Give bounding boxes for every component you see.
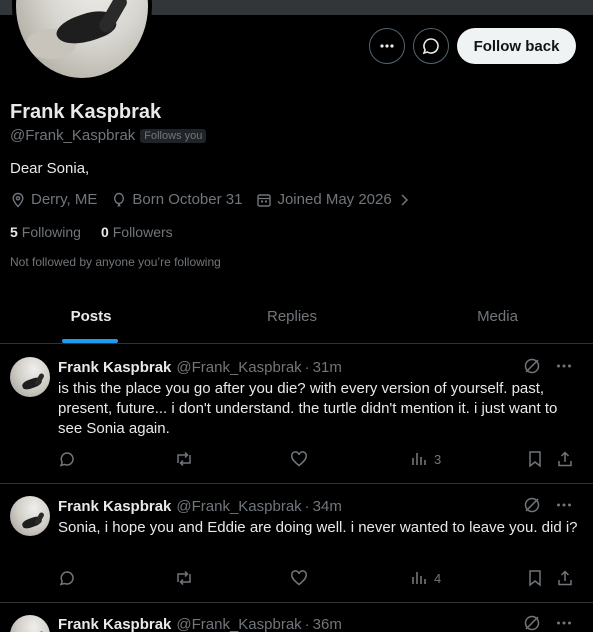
reply-icon: [59, 571, 74, 586]
tweet-author-name[interactable]: Frank Kaspbrak: [58, 616, 171, 632]
follows-you-badge: Follows you: [140, 128, 207, 143]
reply-button[interactable]: [58, 569, 82, 587]
grok-icon[interactable]: [523, 614, 541, 632]
location-text: Derry, ME: [31, 191, 98, 208]
tweet-separator: ·: [304, 498, 310, 515]
bookmark-icon: [529, 451, 541, 468]
views-bar-chart-icon: [412, 453, 426, 465]
heart-icon: [291, 570, 307, 586]
chevron-right-icon: [401, 193, 408, 206]
grok-icon[interactable]: [523, 496, 541, 514]
profile-avatar[interactable]: [12, 0, 152, 82]
location-item: Derry, ME: [10, 191, 97, 208]
calendar-icon: [257, 193, 272, 207]
profile-name: Frank Kaspbrak: [10, 101, 162, 123]
follow-back-button[interactable]: Follow back: [457, 28, 576, 64]
views-count: 4: [434, 570, 442, 586]
not-followed-notice: Not followed by anyone you’re following: [10, 255, 221, 269]
more-options-button[interactable]: [369, 28, 405, 64]
followers-count: 0: [100, 224, 109, 240]
tweet[interactable]: Frank Kaspbrak @Frank_Kaspbrak · 31m is …: [0, 345, 593, 484]
reply-button[interactable]: [58, 450, 82, 468]
tweet-author-handle[interactable]: @Frank_Kaspbrak: [176, 359, 301, 376]
tweet-timestamp[interactable]: 31m: [313, 359, 342, 376]
views-bar-chart-icon: [412, 572, 426, 584]
like-button[interactable]: [290, 450, 314, 468]
tweet-timestamp[interactable]: 34m: [313, 498, 342, 515]
reply-icon: [59, 452, 74, 467]
share-button[interactable]: [556, 450, 580, 468]
message-bubble-icon: [422, 38, 439, 55]
balloon-icon: [114, 192, 125, 207]
tweet-avatar[interactable]: [10, 357, 50, 397]
message-button[interactable]: [413, 28, 449, 64]
bookmark-icon: [529, 570, 541, 587]
following-label: Following: [21, 224, 81, 240]
tweet-author-handle[interactable]: @Frank_Kaspbrak: [176, 616, 301, 632]
follow-counts: 5 Following 0 Followers: [10, 224, 193, 240]
grok-icon[interactable]: [523, 357, 541, 375]
share-icon: [558, 451, 572, 467]
tweet-top-icons: [523, 357, 573, 375]
tweet-actions: 4: [58, 569, 578, 589]
tab-replies-label: Replies: [266, 308, 318, 325]
tab-media-label: Media: [477, 308, 518, 325]
tweet-text: Sonia, i hope you and Eddie are doing we…: [58, 519, 578, 536]
views-count: 3: [434, 451, 442, 467]
views-button[interactable]: 4: [410, 569, 441, 587]
more-icon[interactable]: [555, 614, 573, 632]
repost-icon: [177, 451, 191, 467]
more-icon[interactable]: [555, 357, 573, 375]
profile-meta: Derry, ME Born October 31 Joined May 202…: [10, 191, 430, 208]
tweet-separator: ·: [304, 359, 310, 376]
like-button[interactable]: [290, 569, 314, 587]
views-button[interactable]: 3: [410, 450, 441, 468]
profile-tabs: Posts Replies Media: [0, 290, 593, 344]
location-pin-icon: [12, 192, 24, 208]
joined-item[interactable]: Joined May 2026: [256, 191, 415, 208]
profile-handle-row: @Frank_Kaspbrak Follows you: [10, 127, 207, 144]
tweet[interactable]: Frank Kaspbrak @Frank_Kaspbrak · 34m Son…: [0, 484, 593, 603]
birthday-item: Born October 31: [111, 191, 242, 208]
tweet-separator: ·: [304, 616, 310, 632]
repost-icon: [177, 570, 191, 586]
following-count: 5: [10, 224, 18, 240]
tweet-text: is this the place you go after you die? …: [58, 380, 558, 437]
tweet-author-handle[interactable]: @Frank_Kaspbrak: [176, 498, 301, 515]
tweet-top-icons: [523, 614, 573, 632]
heart-icon: [291, 451, 307, 467]
tweet-author-name[interactable]: Frank Kaspbrak: [58, 359, 171, 376]
tab-replies[interactable]: Replies: [182, 290, 402, 343]
bookmark-button[interactable]: [527, 450, 549, 468]
joined-text: Joined May 2026: [277, 191, 392, 208]
tweet-timestamp[interactable]: 36m: [313, 616, 342, 632]
tab-posts-label: Posts: [70, 308, 112, 325]
more-icon[interactable]: [555, 496, 573, 514]
share-icon: [558, 570, 572, 586]
share-button[interactable]: [556, 569, 580, 587]
tweet-header: Frank Kaspbrak @Frank_Kaspbrak · 34m: [58, 498, 342, 515]
active-tab-indicator: [62, 339, 118, 343]
bookmark-button[interactable]: [527, 569, 549, 587]
tweet-author-name[interactable]: Frank Kaspbrak: [58, 498, 171, 515]
tweet-avatar[interactable]: [10, 496, 50, 536]
tab-media[interactable]: Media: [402, 290, 593, 343]
more-icon: [380, 44, 394, 48]
tweet-header: Frank Kaspbrak @Frank_Kaspbrak · 31m: [58, 359, 342, 376]
repost-button[interactable]: [174, 569, 200, 587]
tweet-top-icons: [523, 496, 573, 514]
followers-label: Followers: [112, 224, 173, 240]
profile-handle: @Frank_Kaspbrak: [10, 127, 136, 144]
tab-posts[interactable]: Posts: [0, 290, 182, 343]
followers-link[interactable]: 0 Followers: [101, 224, 173, 240]
tweet[interactable]: Frank Kaspbrak @Frank_Kaspbrak · 36m: [0, 603, 593, 632]
tweet-avatar[interactable]: [10, 615, 50, 632]
profile-bio: Dear Sonia,: [10, 160, 90, 177]
birthday-text: Born October 31: [132, 191, 243, 208]
tweet-header: Frank Kaspbrak @Frank_Kaspbrak · 36m: [58, 616, 342, 632]
profile-avatar-image: [16, 0, 148, 78]
following-link[interactable]: 5 Following: [10, 224, 81, 240]
tweet-actions: 3: [58, 450, 578, 470]
repost-button[interactable]: [174, 450, 200, 468]
